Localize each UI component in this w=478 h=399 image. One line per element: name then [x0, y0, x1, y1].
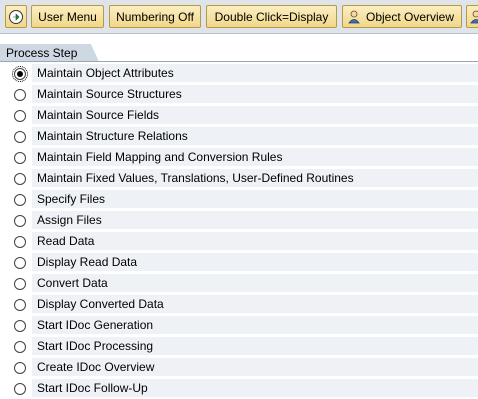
step-radio-button[interactable]: [14, 89, 26, 101]
list-item[interactable]: Start IDoc Generation: [0, 315, 478, 336]
list-item[interactable]: Convert Data: [0, 273, 478, 294]
object-overview-label: Object Overview: [365, 9, 455, 24]
step-radio-button[interactable]: [14, 299, 26, 311]
step-radio-cell: [8, 212, 32, 230]
clock-execute-icon: [8, 9, 24, 25]
object-overview-button[interactable]: Object Overview: [342, 5, 462, 28]
step-radio-cell: [8, 170, 32, 188]
step-label[interactable]: Create IDoc Overview: [32, 358, 478, 377]
step-radio-button[interactable]: [14, 362, 26, 374]
numbering-off-label: Numbering Off: [116, 9, 194, 24]
execute-button[interactable]: [5, 5, 27, 28]
list-item[interactable]: Maintain Structure Relations: [0, 126, 478, 147]
person-icon: [346, 9, 362, 25]
user-menu-label: User Menu: [38, 9, 97, 24]
application-toolbar: User Menu Numbering Off Double Click=Dis…: [0, 0, 478, 34]
list-item[interactable]: Display Converted Data: [0, 294, 478, 315]
header-divider: [0, 61, 478, 62]
step-radio-cell: [8, 275, 32, 293]
list-item[interactable]: Maintain Source Fields: [0, 105, 478, 126]
step-radio-cell: [8, 317, 32, 335]
step-radio-cell: [8, 65, 32, 83]
step-label[interactable]: Read Data: [32, 232, 478, 251]
step-label[interactable]: Maintain Structure Relations: [32, 127, 478, 146]
step-radio-cell: [8, 86, 32, 104]
step-radio-cell: [8, 149, 32, 167]
step-radio-button[interactable]: [14, 257, 26, 269]
step-label[interactable]: Start IDoc Processing: [32, 337, 478, 356]
step-label[interactable]: Display Converted Data: [32, 295, 478, 314]
user-menu-button[interactable]: User Menu: [31, 5, 104, 28]
list-item[interactable]: Maintain Fixed Values, Translations, Use…: [0, 168, 478, 189]
step-radio-button[interactable]: [14, 173, 26, 185]
process-step-title: Process Step: [0, 44, 99, 62]
person-icon: [468, 9, 478, 25]
step-radio-button[interactable]: [14, 215, 26, 227]
double-click-display-label: Double Click=Display: [214, 9, 329, 24]
step-label[interactable]: Maintain Object Attributes: [32, 64, 478, 83]
step-label[interactable]: Specify Files: [32, 190, 478, 209]
step-radio-cell: [8, 191, 32, 209]
list-item[interactable]: Start IDoc Processing: [0, 336, 478, 357]
step-radio-button[interactable]: [14, 320, 26, 332]
step-radio-button[interactable]: [14, 278, 26, 290]
step-radio-button[interactable]: [14, 110, 26, 122]
list-item[interactable]: Maintain Field Mapping and Conversion Ru…: [0, 147, 478, 168]
numbering-off-button[interactable]: Numbering Off: [109, 5, 201, 28]
step-label[interactable]: Display Read Data: [32, 253, 478, 272]
step-radio-button[interactable]: [14, 383, 26, 395]
step-radio-button[interactable]: [14, 152, 26, 164]
list-item[interactable]: Display Read Data: [0, 252, 478, 273]
step-label[interactable]: Maintain Field Mapping and Conversion Ru…: [32, 148, 478, 167]
double-click-display-button[interactable]: Double Click=Display: [206, 5, 337, 28]
step-radio-cell: [8, 359, 32, 377]
step-radio-cell: [8, 128, 32, 146]
list-item[interactable]: Maintain Object Attributes: [0, 63, 478, 84]
list-item[interactable]: Maintain Source Structures: [0, 84, 478, 105]
step-radio-button[interactable]: [14, 341, 26, 353]
step-label[interactable]: Maintain Fixed Values, Translations, Use…: [32, 169, 478, 188]
list-item[interactable]: Create IDoc Overview: [0, 357, 478, 378]
more-button[interactable]: [466, 5, 478, 28]
radio-selected-dot: [17, 71, 23, 77]
step-label[interactable]: Maintain Source Fields: [32, 106, 478, 125]
step-radio-button[interactable]: [14, 194, 26, 206]
list-item[interactable]: Specify Files: [0, 189, 478, 210]
step-radio-cell: [8, 338, 32, 356]
step-label[interactable]: Convert Data: [32, 274, 478, 293]
step-label[interactable]: Maintain Source Structures: [32, 85, 478, 104]
step-radio-button[interactable]: [12, 66, 28, 82]
step-radio-button[interactable]: [14, 131, 26, 143]
step-radio-button[interactable]: [14, 236, 26, 248]
step-radio-cell: [8, 107, 32, 125]
step-radio-cell: [8, 380, 32, 398]
list-item[interactable]: Start IDoc Follow-Up: [0, 378, 478, 399]
step-label[interactable]: Start IDoc Generation: [32, 316, 478, 335]
list-item[interactable]: Assign Files: [0, 210, 478, 231]
step-radio-cell: [8, 254, 32, 272]
step-radio-cell: [8, 233, 32, 251]
process-step-header: Process Step: [0, 44, 478, 62]
list-item[interactable]: Read Data: [0, 231, 478, 252]
step-label[interactable]: Start IDoc Follow-Up: [32, 379, 478, 398]
step-label[interactable]: Assign Files: [32, 211, 478, 230]
step-radio-cell: [8, 296, 32, 314]
